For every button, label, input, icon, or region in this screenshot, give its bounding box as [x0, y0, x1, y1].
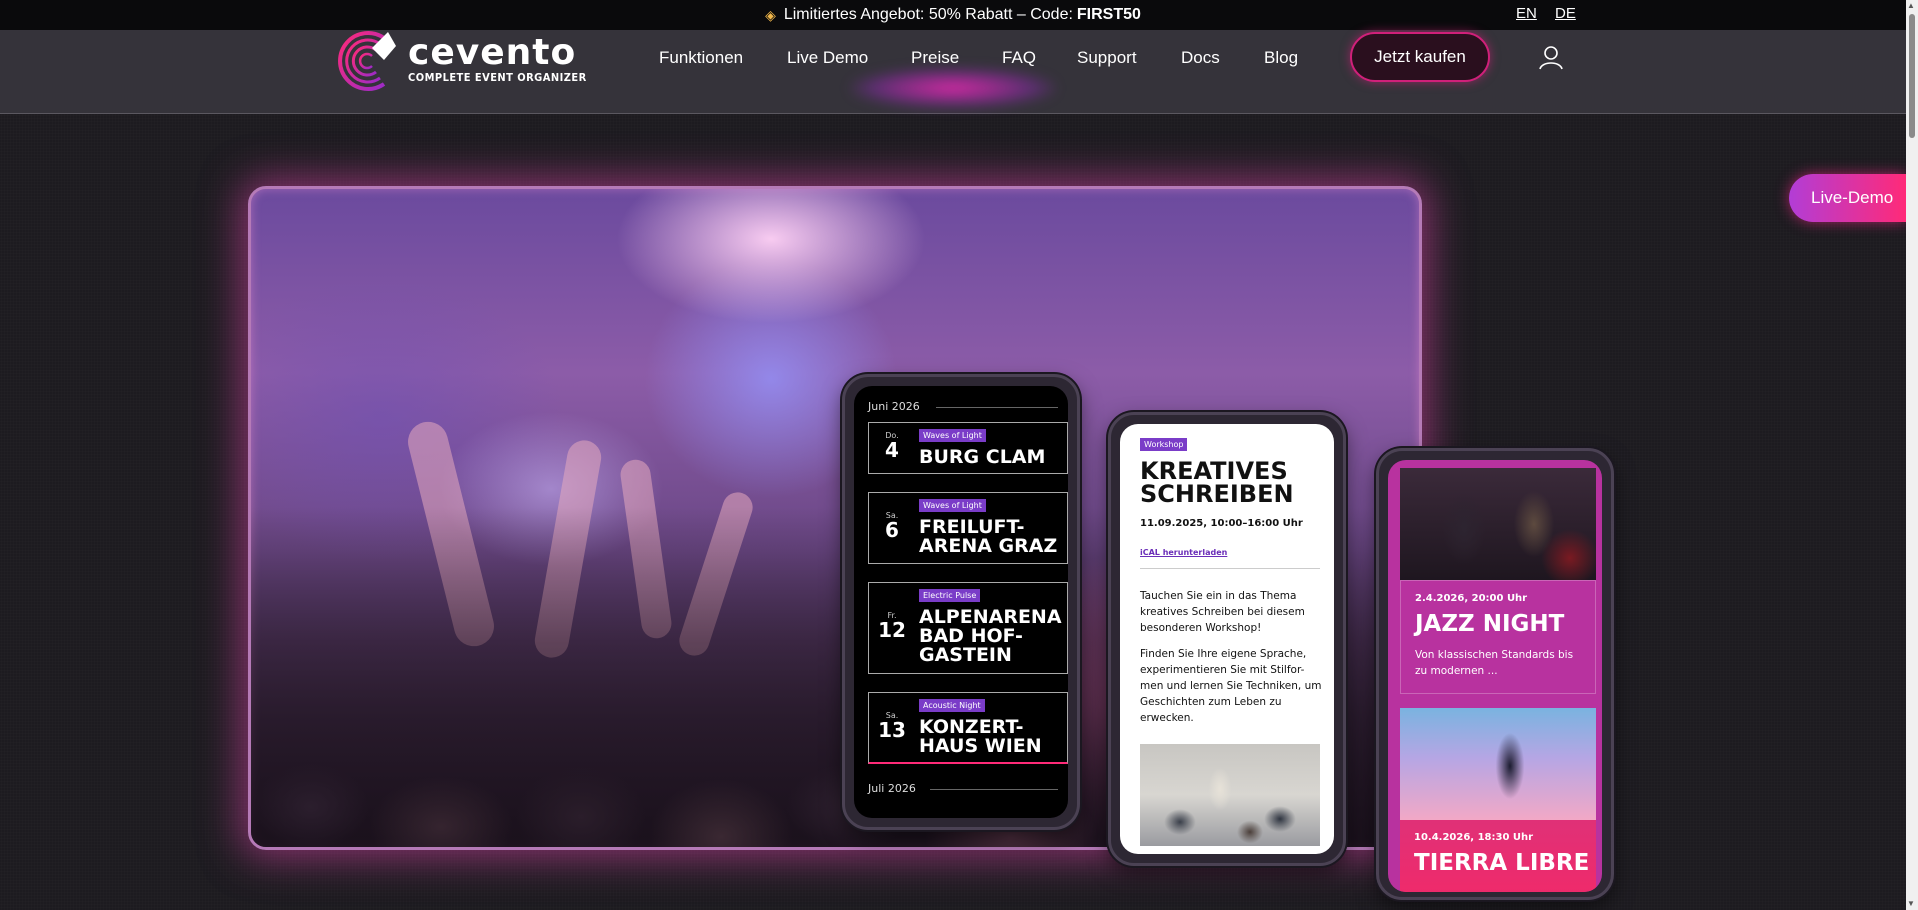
event-tag: Electric Pulse [919, 589, 981, 602]
event-item[interactable]: Sa. 6 Waves of Light FREILUFT-ARENA GRAZ [868, 492, 1068, 564]
card-title: JAZZ NIGHT [1415, 611, 1565, 637]
nav-faq[interactable]: FAQ [1002, 48, 1036, 68]
card-description: Von klassischen Standards bis zu moderne… [1415, 649, 1574, 677]
phone-mockup-event-list: Juni 2026 Do. 4 Waves of Light BURG CLAM… [842, 374, 1080, 830]
nav-funktionen[interactable]: Funktionen [659, 48, 743, 68]
event-day: 13 [878, 718, 906, 742]
workshop-title: KREATIVES SCHREIBEN [1140, 457, 1294, 508]
logo-wordmark: cevento [408, 31, 577, 73]
event-title: BURG CLAM [919, 446, 1046, 468]
event-tag: Waves of Light [919, 499, 986, 512]
jazz-photo [1400, 468, 1596, 580]
user-icon[interactable] [1538, 44, 1564, 70]
event-day: 12 [878, 618, 906, 642]
nav-blog[interactable]: Blog [1264, 48, 1298, 68]
event-item[interactable]: Do. 4 Waves of Light BURG CLAM [868, 422, 1068, 474]
buy-now-button[interactable]: Jetzt kaufen [1350, 32, 1490, 82]
language-en-link[interactable]: EN [1516, 5, 1537, 22]
event-card[interactable]: 2.4.2026, 20:00 Uhr JAZZ NIGHT Von klass… [1400, 468, 1596, 694]
ical-download-link[interactable]: iCAL herunterladen [1140, 548, 1227, 557]
workshop-date: 11.09.2025, 10:00–16:00 Uhr [1140, 518, 1303, 529]
card-title: TIERRA LIBRE [1414, 850, 1590, 876]
workshop-intro: Tauchen Sie ein in das Thema kreatives S… [1140, 590, 1305, 634]
scroll-up-icon[interactable]: ▲ [1907, 1, 1915, 10]
event-title: FREILUFT-ARENA GRAZ [919, 516, 1058, 557]
card-date: 2.4.2026, 20:00 Uhr [1415, 593, 1528, 604]
promo-bar: ◈ Limitiertes Angebot: 50% Rabatt – Code… [0, 0, 1906, 30]
workshop-description: Finden Sie Ihre eigene Sprache, experime… [1140, 648, 1322, 724]
nav-hover-glow [850, 68, 1056, 108]
nav-preise[interactable]: Preise [911, 48, 959, 68]
phone-mockup-workshop: Workshop KREATIVES SCHREIBEN 11.09.2025,… [1108, 412, 1346, 866]
event-day: 4 [885, 438, 899, 462]
card-date: 10.4.2026, 18:30 Uhr [1414, 832, 1534, 843]
event-title: KONZERT-HAUS WIEN [919, 716, 1042, 757]
event-item[interactable]: Fr. 12 Electric Pulse ALPENARENA BAD HOF… [868, 582, 1068, 674]
logo[interactable]: cevento COMPLETE EVENT ORGANIZER [332, 30, 607, 94]
divider [1140, 568, 1320, 569]
workshop-tag: Workshop [1140, 438, 1188, 451]
nav-docs[interactable]: Docs [1181, 48, 1220, 68]
dancer-photo [1400, 708, 1596, 820]
event-card[interactable]: 10.4.2026, 18:30 Uhr TIERRA LIBRE [1400, 708, 1596, 892]
page-scrollbar[interactable]: ▲ ▼ [1906, 0, 1918, 910]
live-demo-side-tab[interactable]: Live-Demo [1789, 174, 1906, 222]
language-de-link[interactable]: DE [1555, 5, 1576, 22]
site-header: cevento COMPLETE EVENT ORGANIZER Funktio… [0, 30, 1906, 114]
nav-support[interactable]: Support [1077, 48, 1137, 68]
scroll-thumb[interactable] [1909, 14, 1915, 138]
workshop-photo [1140, 744, 1320, 846]
tag-icon: ◈ [765, 6, 776, 23]
logo-c-icon [338, 31, 396, 91]
event-title: ALPENARENA BAD HOF-GASTEIN [919, 606, 1062, 666]
scroll-down-icon[interactable]: ▼ [1907, 899, 1915, 908]
phone-mockup-event-cards: 2.4.2026, 20:00 Uhr JAZZ NIGHT Von klass… [1376, 448, 1614, 900]
promo-text: Limitiertes Angebot: 50% Rabatt – Code: [783, 6, 1073, 23]
month-label: Juni 2026 [868, 400, 920, 413]
event-item[interactable]: Sa. 13 Acoustic Night KONZERT-HAUS WIEN [868, 692, 1068, 764]
event-tag: Waves of Light [919, 429, 986, 442]
logo-subtitle: COMPLETE EVENT ORGANIZER [408, 70, 587, 84]
month-label: Juli 2026 [868, 782, 916, 795]
event-day: 6 [885, 518, 899, 542]
nav-live-demo[interactable]: Live Demo [787, 48, 868, 68]
promo-code: FIRST50 [1076, 6, 1141, 23]
event-tag: Acoustic Night [919, 699, 985, 712]
